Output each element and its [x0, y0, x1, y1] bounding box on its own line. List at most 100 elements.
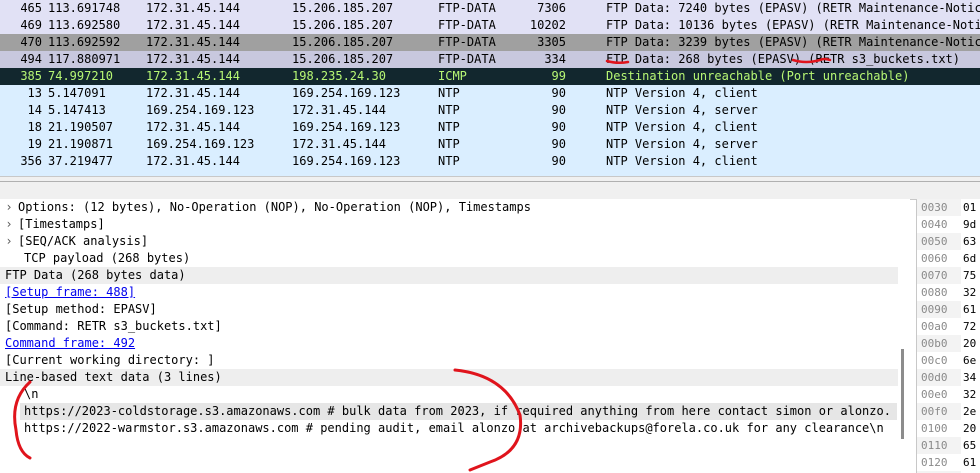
- packet-src: 172.31.45.144: [146, 1, 240, 15]
- packet-proto: FTP-DATA: [438, 52, 496, 66]
- packet-row[interactable]: 494 117.880971 172.31.45.144 15.206.185.207…: [0, 51, 980, 68]
- command-frame-link[interactable]: Command frame: 492: [5, 336, 135, 350]
- bytes-hex: 32: [963, 388, 977, 401]
- detail-row-command-frame[interactable]: Command frame: 492: [0, 335, 898, 352]
- detail-row-line-3[interactable]: https://2022-warmstor.s3.amazonaws.com #…: [0, 420, 910, 437]
- packet-info: FTP Data: 7240 bytes (EPASV) (RETR Maint…: [606, 1, 980, 15]
- packet-row[interactable]: 385 74.997210 172.31.45.144 198.235.24.30 IC…: [0, 68, 980, 85]
- packet-row[interactable]: 19 21.190871 169.254.169.123 172.31.45.144 N…: [0, 136, 980, 153]
- packet-time: 5.147413: [48, 103, 106, 117]
- chevron-right-icon[interactable]: ›: [0, 216, 18, 233]
- packet-info: NTP Version 4, client: [606, 154, 758, 168]
- packet-no: 14: [27, 103, 42, 117]
- bytes-hex: 61: [963, 303, 977, 316]
- packet-no: 385: [20, 69, 42, 83]
- packet-src: 172.31.45.144: [146, 18, 240, 32]
- bytes-offset: 0070: [921, 269, 948, 282]
- packet-time: 117.880971: [48, 52, 121, 66]
- bytes-offset: 0040: [921, 218, 948, 231]
- detail-row-tcp-payload[interactable]: TCP payload (268 bytes): [0, 250, 910, 267]
- bytes-hex: 75: [963, 269, 977, 282]
- detail-row-options[interactable]: › Options: (12 bytes), No-Operation (NOP)…: [0, 199, 893, 216]
- packet-proto: FTP-DATA: [438, 35, 496, 49]
- detail-row-line-2[interactable]: https://2023-coldstorage.s3.amazonaws.co…: [20, 403, 897, 420]
- packet-dst: 172.31.45.144: [292, 103, 386, 117]
- packet-no: 470: [20, 35, 42, 49]
- packet-proto: NTP: [438, 154, 460, 168]
- packet-dst: 169.254.169.123: [292, 154, 401, 168]
- packet-dst: 172.31.45.144: [292, 137, 386, 151]
- packet-proto: NTP: [438, 120, 460, 134]
- packet-time: 113.692592: [48, 35, 121, 49]
- packet-no: 469: [20, 18, 42, 32]
- packet-len: 7306: [537, 1, 566, 15]
- detail-row-timestamps[interactable]: › [Timestamps]: [0, 216, 893, 233]
- packet-proto: FTP-DATA: [438, 1, 496, 15]
- packet-src: 172.31.45.144: [146, 35, 240, 49]
- pane-splitter[interactable]: [0, 176, 980, 200]
- bytes-offset: 00f0: [921, 405, 948, 418]
- packet-time: 113.692580: [48, 18, 121, 32]
- packet-row[interactable]: 13 5.147091 172.31.45.144 169.254.169.123 NT…: [0, 85, 980, 102]
- packet-row[interactable]: 18 21.190507 172.31.45.144 169.254.169.123 N…: [0, 119, 980, 136]
- bytes-hex: 61: [963, 456, 977, 469]
- bytes-offset: 00a0: [921, 320, 948, 333]
- packet-time: 21.190507: [48, 120, 114, 134]
- detail-row-cwd[interactable]: [Current working directory: ]: [0, 352, 898, 369]
- packet-proto: FTP-DATA: [438, 18, 496, 32]
- chevron-right-icon[interactable]: ›: [0, 199, 18, 216]
- packet-time: 74.997210: [48, 69, 114, 83]
- packet-len: 99: [551, 69, 566, 83]
- packet-len: 10202: [529, 18, 566, 32]
- packet-no: 18: [27, 120, 42, 134]
- bytes-hex: 20: [963, 337, 977, 350]
- chevron-right-icon[interactable]: ›: [0, 233, 18, 250]
- bytes-hex: 6e: [963, 354, 977, 367]
- packet-len: 90: [551, 120, 566, 134]
- bytes-offset: 00d0: [921, 371, 948, 384]
- packet-row[interactable]: 469 113.692580 172.31.45.144 15.206.185.207…: [0, 17, 980, 34]
- bytes-offset: 0060: [921, 252, 948, 265]
- detail-row-seqack[interactable]: › [SEQ/ACK analysis]: [0, 233, 893, 250]
- packet-row[interactable]: 470 113.692592 172.31.45.144 15.206.185.207…: [0, 34, 980, 51]
- detail-row-setup-method[interactable]: [Setup method: EPASV]: [0, 301, 898, 318]
- bytes-hex: 01: [963, 201, 977, 214]
- bytes-hex: 34: [963, 371, 977, 384]
- bytes-hex: 9d: [963, 218, 977, 231]
- packet-dst: 169.254.169.123: [292, 120, 401, 134]
- setup-frame-link[interactable]: [Setup frame: 488]: [5, 285, 135, 299]
- packet-list[interactable]: 465 113.691748 172.31.45.144 15.206.185.207…: [0, 0, 980, 176]
- bytes-hex: 63: [963, 235, 977, 248]
- packet-proto: ICMP: [438, 69, 467, 83]
- packet-src: 172.31.45.144: [146, 154, 240, 168]
- packet-row[interactable]: 14 5.147413 169.254.169.123 172.31.45.144 NT…: [0, 102, 980, 119]
- bytes-offset: 0080: [921, 286, 948, 299]
- packet-row[interactable]: 356 37.219477 172.31.45.144 169.254.169.123…: [0, 153, 980, 170]
- packet-proto: NTP: [438, 103, 460, 117]
- bytes-hex: 32: [963, 286, 977, 299]
- packet-details-pane[interactable]: › Options: (12 bytes), No-Operation (NOP)…: [0, 199, 910, 473]
- packet-info: FTP Data: 268 bytes (EPASV) (RETR s3_buc…: [606, 52, 961, 66]
- packet-dst: 169.254.169.123: [292, 86, 401, 100]
- detail-row-ftp-data[interactable]: FTP Data (268 bytes data): [0, 267, 898, 284]
- bytes-hex: 2e: [963, 405, 977, 418]
- packet-bytes-pane[interactable]: 0030 01 0040 9d 0050 63 0060 6d 0070 75 0080 32 0090…: [916, 199, 980, 473]
- packet-proto: NTP: [438, 137, 460, 151]
- bytes-offset: 00c0: [921, 354, 948, 367]
- packet-no: 13: [27, 86, 42, 100]
- scrollbar-thumb[interactable]: [901, 349, 904, 439]
- detail-row-command[interactable]: [Command: RETR s3_buckets.txt]: [0, 318, 898, 335]
- packet-len: 90: [551, 103, 566, 117]
- packet-row[interactable]: 465 113.691748 172.31.45.144 15.206.185.207…: [0, 0, 980, 17]
- detail-row-line-based[interactable]: Line-based text data (3 lines): [0, 369, 898, 386]
- detail-row-line-1[interactable]: \n: [0, 386, 910, 403]
- bytes-offset: 0030: [921, 201, 948, 214]
- packet-dst: 15.206.185.207: [292, 35, 394, 49]
- splitter-grip: [0, 181, 980, 182]
- details-scrollbar[interactable]: [898, 349, 908, 439]
- packet-time: 113.691748: [48, 1, 121, 15]
- bytes-offset: 00e0: [921, 388, 948, 401]
- bytes-offset: 0100: [921, 422, 948, 435]
- detail-row-setup-frame[interactable]: [Setup frame: 488]: [0, 284, 898, 301]
- packet-info: NTP Version 4, server: [606, 137, 758, 151]
